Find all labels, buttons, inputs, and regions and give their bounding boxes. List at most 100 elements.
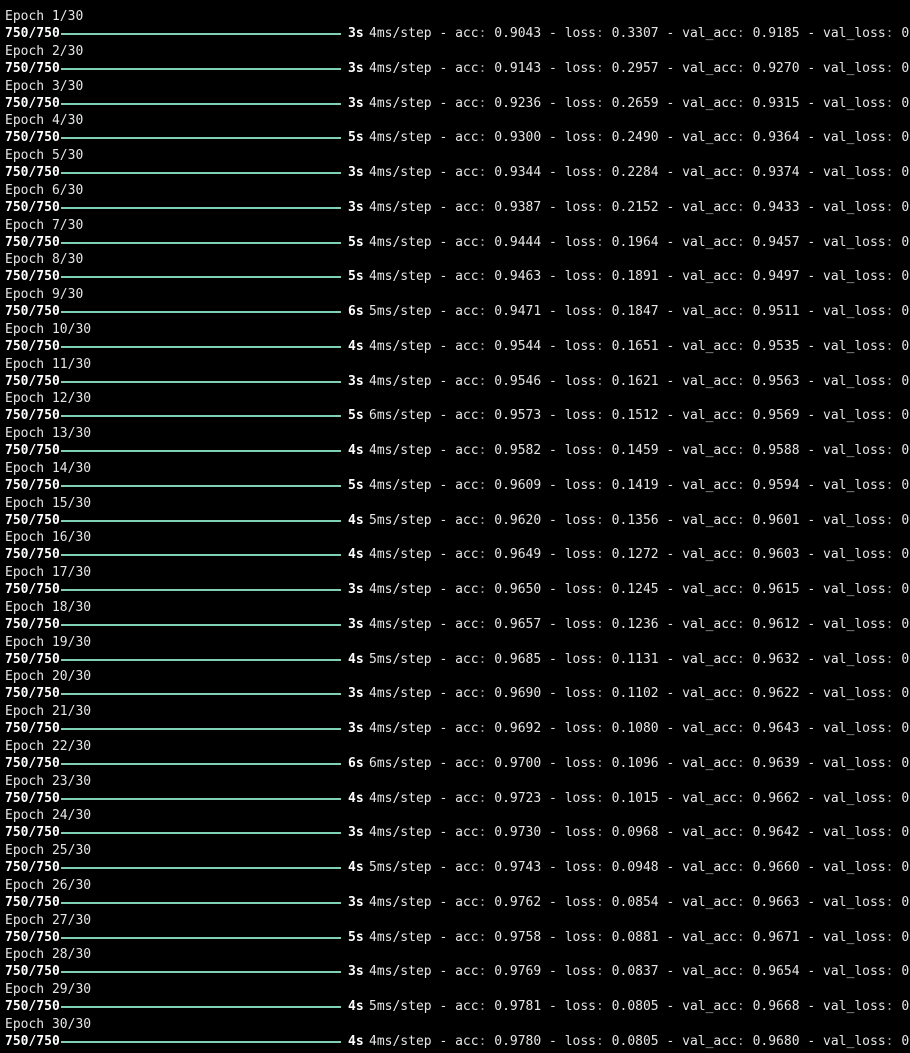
separator: - [541,721,565,736]
separator: - [431,477,456,493]
epoch-header: Epoch 12/30 [5,391,92,407]
step-counter: 750/750 [5,443,60,458]
epoch-duration: 5s [348,929,364,945]
loss-value: 0.1356 [611,512,659,528]
epoch-block: Epoch 14/30 750/750 5s 4ms/step - acc: 0.96… [5,460,910,495]
step-time: 4ms/step [369,686,432,702]
colon: : [736,894,753,910]
epoch-block: Epoch 3/30 750/750 3s 4ms/step - acc: 0.923… [5,78,910,113]
progress-line: 750/750 3s 4ms/step - acc: 0.9043 - loss: … [5,25,910,42]
acc-label: acc [455,547,479,563]
epoch-block: Epoch 20/30 750/750 3s 4ms/step - acc: 0.96… [5,668,910,703]
colon: : [478,790,495,806]
colon: : [478,165,495,180]
step-counter: 750/750 [5,512,60,528]
metrics: 4ms/step - acc: 0.9723 - loss: 0.1015 - … [369,790,910,807]
colon: : [736,616,753,632]
colon: : [596,825,612,841]
val-loss-value: 0.1585 [901,408,910,424]
epoch-header: Epoch 28/30 [5,947,92,963]
acc-label: acc [455,790,479,806]
separator: - [431,165,456,180]
epoch-header: Epoch 25/30 [5,843,92,858]
separator: - [658,130,683,146]
val-loss-value: 0.1523 [901,443,910,458]
acc-value: 0.9582 [494,443,542,458]
separator: - [541,373,565,389]
separator: - [799,999,824,1014]
progress-bar [61,67,341,70]
epoch-header: Epoch 21/30 [5,704,92,719]
separator: - [658,512,683,528]
step-time: 4ms/step [369,582,432,597]
separator: - [541,338,565,354]
colon: : [478,929,495,945]
colon: : [478,964,495,980]
colon: : [736,790,753,806]
val-loss-value: 0.1689 [901,338,910,354]
epoch-header: Epoch 22/30 [5,738,92,754]
loss-label: loss [564,790,597,806]
separator: - [658,999,683,1014]
separator: - [541,651,565,667]
colon: : [478,860,495,875]
loss-value: 0.0968 [611,825,659,841]
progress-bar [61,832,341,835]
acc-label: acc [455,130,479,146]
acc-label: acc [455,964,479,980]
progress-bar [61,450,341,452]
step-counter: 750/750 [5,894,60,910]
separator: - [799,790,824,806]
step-time: 6ms/step [369,755,432,771]
progress-bar [61,415,341,418]
separator: - [541,999,565,1014]
colon: : [478,130,495,146]
separator: - [541,755,565,771]
separator: - [431,199,456,215]
val-acc-value: 0.9569 [752,408,800,424]
colon: : [885,26,902,41]
loss-label: loss [564,165,597,180]
epoch-block: Epoch 25/30 750/750 4s 5ms/step - acc: 0.97… [5,842,910,877]
val-loss-label: val_loss [823,199,886,215]
colon: : [596,894,612,910]
val-acc-value: 0.9660 [752,860,800,875]
colon: : [596,512,612,528]
colon: : [736,1033,753,1049]
epoch-header: Epoch 11/30 [5,356,92,372]
metrics: 4ms/step - acc: 0.9650 - loss: 0.1245 - … [369,581,910,598]
acc-value: 0.9685 [494,651,542,667]
step-counter: 750/750 [5,755,60,771]
epoch-duration: 3s [348,964,364,980]
val-acc-label: val_acc [682,60,737,76]
epoch-duration: 3s [348,721,364,736]
val-loss-label: val_loss [823,651,886,667]
colon: : [596,964,612,980]
step-time: 4ms/step [369,338,432,354]
epoch-block: Epoch 4/30 750/750 5s 4ms/step - acc: 0.930… [5,112,910,147]
val-loss-value: 0.1520 [901,477,910,493]
val-acc-value: 0.9612 [752,616,800,632]
colon: : [736,165,753,180]
colon: : [478,269,495,285]
metrics: 4ms/step - acc: 0.9582 - loss: 0.1459 - … [369,442,910,459]
step-time: 4ms/step [369,929,432,945]
val-acc-label: val_acc [682,130,737,146]
val-acc-value: 0.9643 [752,721,800,736]
progress-line: 750/750 5s 6ms/step - acc: 0.9573 - loss: … [5,407,910,424]
epoch-block: Epoch 2/30 750/750 3s 4ms/step - acc: 0.914… [5,43,910,78]
val-acc-label: val_acc [682,547,737,563]
progress-bar [61,345,341,348]
step-time: 4ms/step [369,790,432,806]
acc-value: 0.9043 [494,26,542,41]
step-counter: 750/750 [5,651,60,667]
val-acc-value: 0.9588 [752,443,800,458]
progress-line: 750/750 3s 4ms/step - acc: 0.9762 - loss: … [5,894,910,911]
separator: - [799,929,824,945]
separator: - [541,686,565,702]
colon: : [596,860,612,875]
separator: - [431,512,456,528]
progress-bar [61,241,341,244]
loss-value: 0.2957 [611,60,659,76]
progress-bar [61,137,341,140]
